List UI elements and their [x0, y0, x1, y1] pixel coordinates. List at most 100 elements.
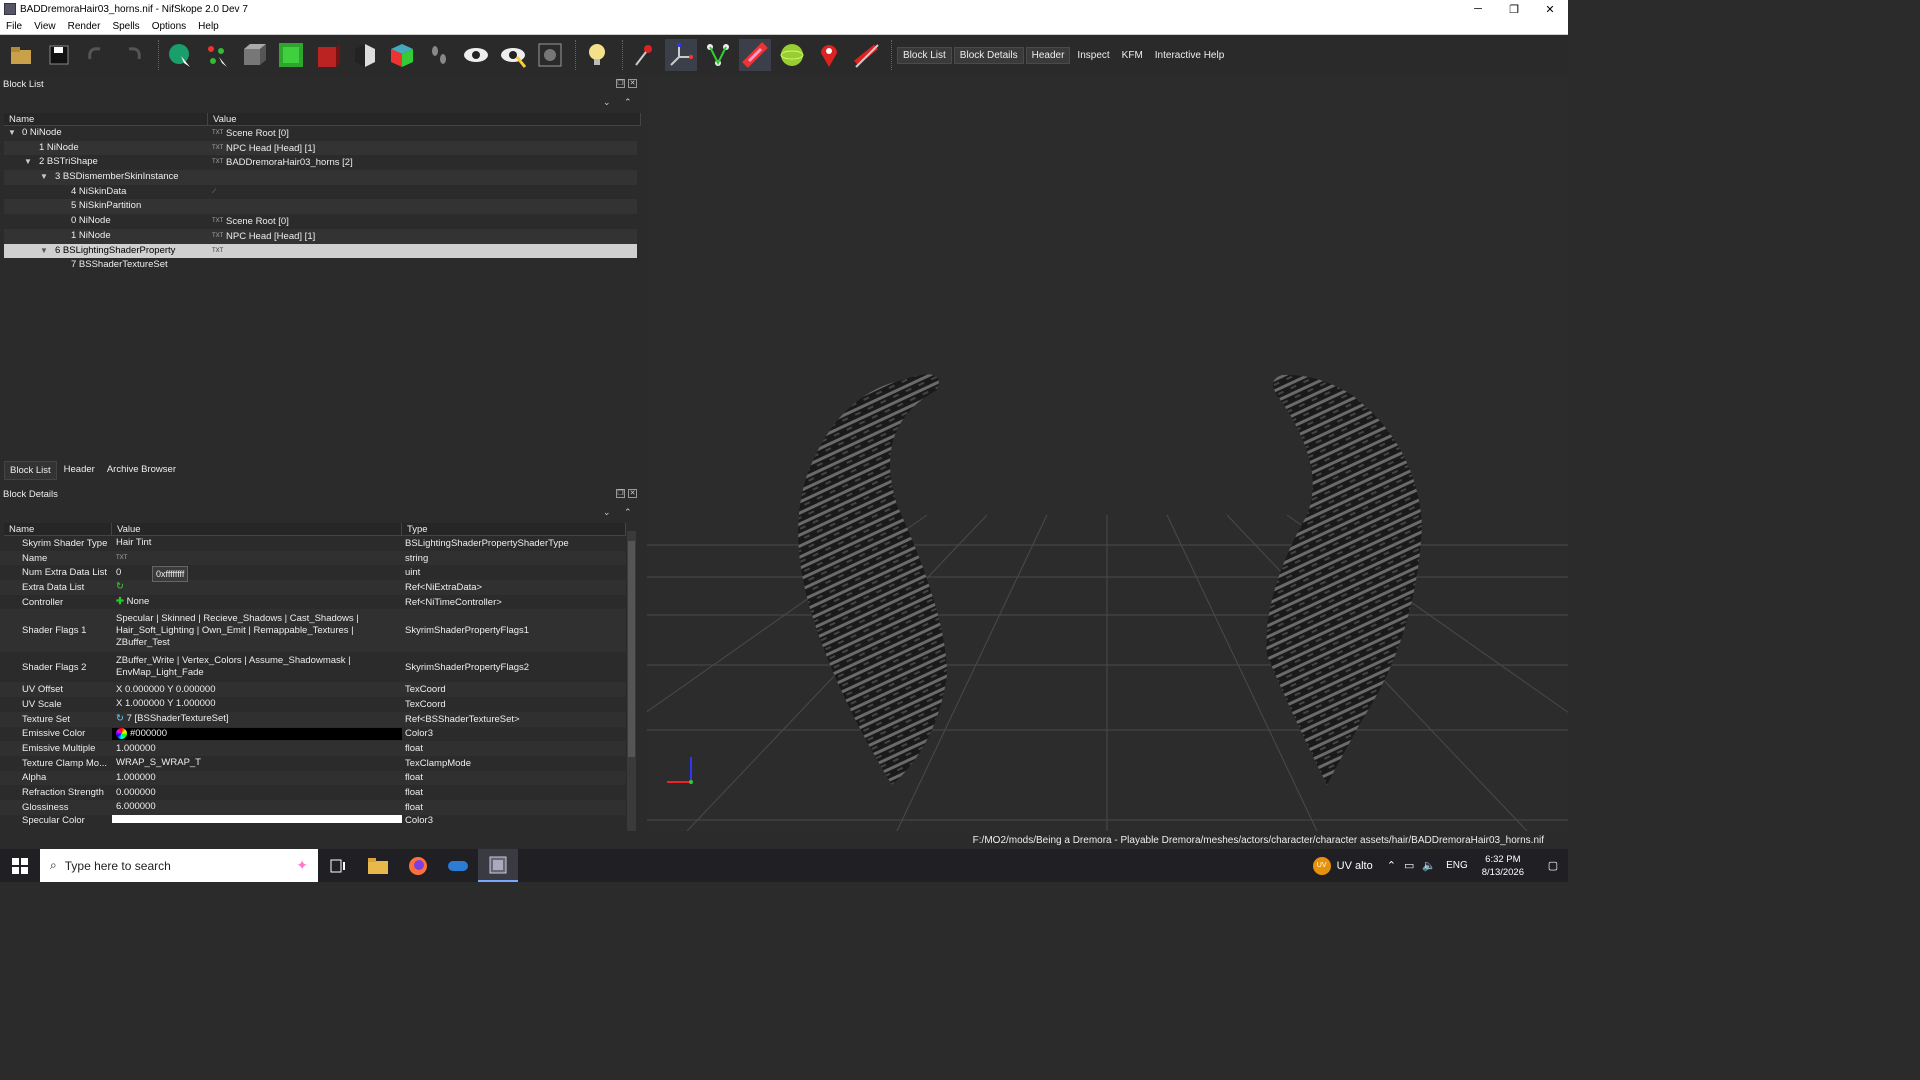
menu-file[interactable]: File	[0, 21, 28, 32]
redo-icon[interactable]	[117, 39, 149, 71]
menu-help[interactable]: Help	[192, 21, 225, 32]
start-button[interactable]	[0, 849, 40, 882]
detail-row[interactable]: Emissive Multiple 1.000000 float	[0, 741, 626, 756]
box-green-icon[interactable]	[275, 39, 307, 71]
collapse-up-icon[interactable]: ⌃	[624, 97, 632, 108]
col-name[interactable]: Name	[4, 113, 208, 125]
nifskope-taskbar-icon[interactable]	[478, 849, 518, 882]
scrollbar-thumb[interactable]	[628, 541, 635, 757]
menu-options[interactable]: Options	[146, 21, 192, 32]
tab-block-list[interactable]: Block List	[4, 461, 57, 480]
language-indicator[interactable]: ENG	[1446, 860, 1468, 871]
detail-row[interactable]: Extra Data List ↻ Ref<NiExtraData>	[0, 580, 626, 595]
pin-icon[interactable]	[628, 39, 660, 71]
detail-row[interactable]: Texture Clamp Mo... WRAP_S_WRAP_T TexClamp…	[0, 756, 626, 771]
shading-icon[interactable]	[349, 39, 381, 71]
toolbar-kfm[interactable]: KFM	[1117, 48, 1148, 63]
highlight-icon[interactable]	[739, 39, 771, 71]
volume-icon[interactable]: 🔈	[1422, 859, 1436, 872]
app-icon-blue[interactable]	[438, 849, 478, 882]
color-wheel-icon[interactable]	[116, 728, 127, 740]
tree-row[interactable]: 7 BSShaderTextureSet	[4, 258, 637, 273]
toolbar-block-list[interactable]: Block List	[897, 46, 952, 64]
expand-arrow-icon[interactable]: ▼	[8, 126, 16, 141]
add-icon[interactable]: ✚	[116, 596, 124, 607]
toolbar-inspect[interactable]: Inspect	[1072, 48, 1114, 63]
select-object-icon[interactable]	[164, 39, 196, 71]
detail-row[interactable]: Texture Set ↻ 7 [BSShaderTextureSet] Ref<B…	[0, 711, 626, 727]
detail-row[interactable]: Controller ✚ None Ref<NiTimeController>	[0, 595, 626, 610]
close-button[interactable]: ✕	[1532, 0, 1568, 18]
uv-app-icon[interactable]: UV	[1312, 856, 1331, 875]
toolbar-block-details[interactable]: Block Details	[953, 46, 1024, 64]
render-viewport[interactable]	[647, 75, 1568, 831]
details-scrollbar[interactable]	[627, 531, 636, 831]
color-cube-icon[interactable]	[386, 39, 418, 71]
taskbar-search[interactable]: ⌕ Type here to search ✦	[40, 849, 318, 882]
detail-row[interactable]: Shader Flags 2 ZBuffer_Write | Vertex_Col…	[0, 652, 626, 682]
tray-app-label[interactable]: UV alto	[1337, 860, 1373, 872]
lightbulb-icon[interactable]	[581, 39, 613, 71]
close-icon[interactable]: ✕	[628, 489, 637, 498]
eye-icon[interactable]	[460, 39, 492, 71]
sphere-icon[interactable]	[776, 39, 808, 71]
notifications-icon[interactable]: ▢	[1538, 859, 1568, 872]
location-icon[interactable]	[813, 39, 845, 71]
menu-render[interactable]: Render	[62, 21, 107, 32]
detail-row[interactable]: UV Offset X 0.000000 Y 0.000000 TexCoord	[0, 682, 626, 698]
minimize-button[interactable]: ─	[1460, 0, 1496, 18]
detail-row[interactable]: Alpha 1.000000 float	[0, 770, 626, 786]
expand-arrow-icon[interactable]: ▼	[40, 244, 48, 259]
detail-row[interactable]: UV Scale X 1.000000 Y 1.000000 TexCoord	[0, 697, 626, 712]
restore-button[interactable]: ❐	[1496, 0, 1532, 18]
detail-row[interactable]: Emissive Color #000000 Color3	[0, 727, 626, 742]
col-value[interactable]: Value	[208, 113, 641, 125]
detail-row[interactable]: Refraction Strength 0.000000 float	[0, 785, 626, 800]
tree-row[interactable]: 1 NiNode TXT NPC Head [Head] [1]	[4, 228, 637, 244]
open-file-icon[interactable]	[6, 39, 38, 71]
eye-select-icon[interactable]	[497, 39, 529, 71]
tree-row[interactable]: 0 NiNode TXT Scene Root [0]	[4, 214, 637, 229]
tree-row[interactable]: 1 NiNode TXT NPC Head [Head] [1]	[4, 140, 637, 156]
col-name[interactable]: Name	[4, 523, 112, 535]
task-view-icon[interactable]	[318, 849, 358, 882]
select-vertex-icon[interactable]	[201, 39, 233, 71]
chevron-up-icon[interactable]: ⌃	[1387, 859, 1396, 872]
detail-row[interactable]: Shader Flags 1 Specular | Skinned | Recie…	[0, 609, 626, 653]
box-gray-icon[interactable]	[238, 39, 270, 71]
detail-row[interactable]: Skyrim Shader Type Hair Tint BSLightingSha…	[0, 536, 626, 551]
camera-icon[interactable]	[534, 39, 566, 71]
toolbar-interactive-help[interactable]: Interactive Help	[1150, 48, 1229, 63]
file-explorer-icon[interactable]	[358, 849, 398, 882]
undo-icon[interactable]	[80, 39, 112, 71]
expand-arrow-icon[interactable]: ▼	[24, 155, 32, 170]
col-value[interactable]: Value	[112, 523, 402, 535]
tree-row[interactable]: 4 NiSkinData ⟋	[4, 185, 637, 200]
menu-view[interactable]: View	[28, 21, 62, 32]
scene-canvas[interactable]	[647, 75, 1568, 831]
detail-row[interactable]: Specular Color Color3	[0, 814, 626, 830]
left-horn[interactable]	[798, 374, 947, 785]
hide-pin-icon[interactable]	[850, 39, 882, 71]
collapse-up-icon[interactable]: ⌃	[624, 507, 632, 518]
tree-row[interactable]: ▼ 0 NiNode TXT Scene Root [0]	[4, 126, 637, 141]
clock[interactable]: 6:32 PM 8/13/2026	[1482, 853, 1524, 879]
collapse-down-icon[interactable]: ⌄	[603, 97, 611, 108]
tab-archive-browser[interactable]: Archive Browser	[102, 461, 181, 480]
tab-header[interactable]: Header	[59, 461, 100, 480]
tree-row[interactable]: ▼ 3 BSDismemberSkinInstance	[4, 170, 637, 185]
tree-row-selected[interactable]: ▼ 6 BSLightingShaderProperty TXT	[4, 243, 637, 259]
expand-arrow-icon[interactable]: ▼	[40, 170, 48, 185]
float-icon[interactable]: ❐	[616, 489, 625, 498]
network-icon[interactable]: ▭	[1404, 859, 1414, 872]
detail-row[interactable]: Name TXT string	[0, 550, 626, 566]
collapse-down-icon[interactable]: ⌄	[603, 507, 611, 518]
detail-row[interactable]: Num Extra Data List 0 0xffffffff uint	[0, 565, 626, 582]
axes-icon[interactable]	[665, 39, 697, 71]
tree-row[interactable]: 5 NiSkinPartition	[4, 199, 637, 215]
toolbar-header[interactable]: Header	[1025, 46, 1071, 64]
col-type[interactable]: Type	[402, 523, 626, 535]
close-icon[interactable]: ✕	[628, 79, 637, 88]
right-horn[interactable]	[1266, 374, 1423, 785]
firefox-icon[interactable]	[398, 849, 438, 882]
